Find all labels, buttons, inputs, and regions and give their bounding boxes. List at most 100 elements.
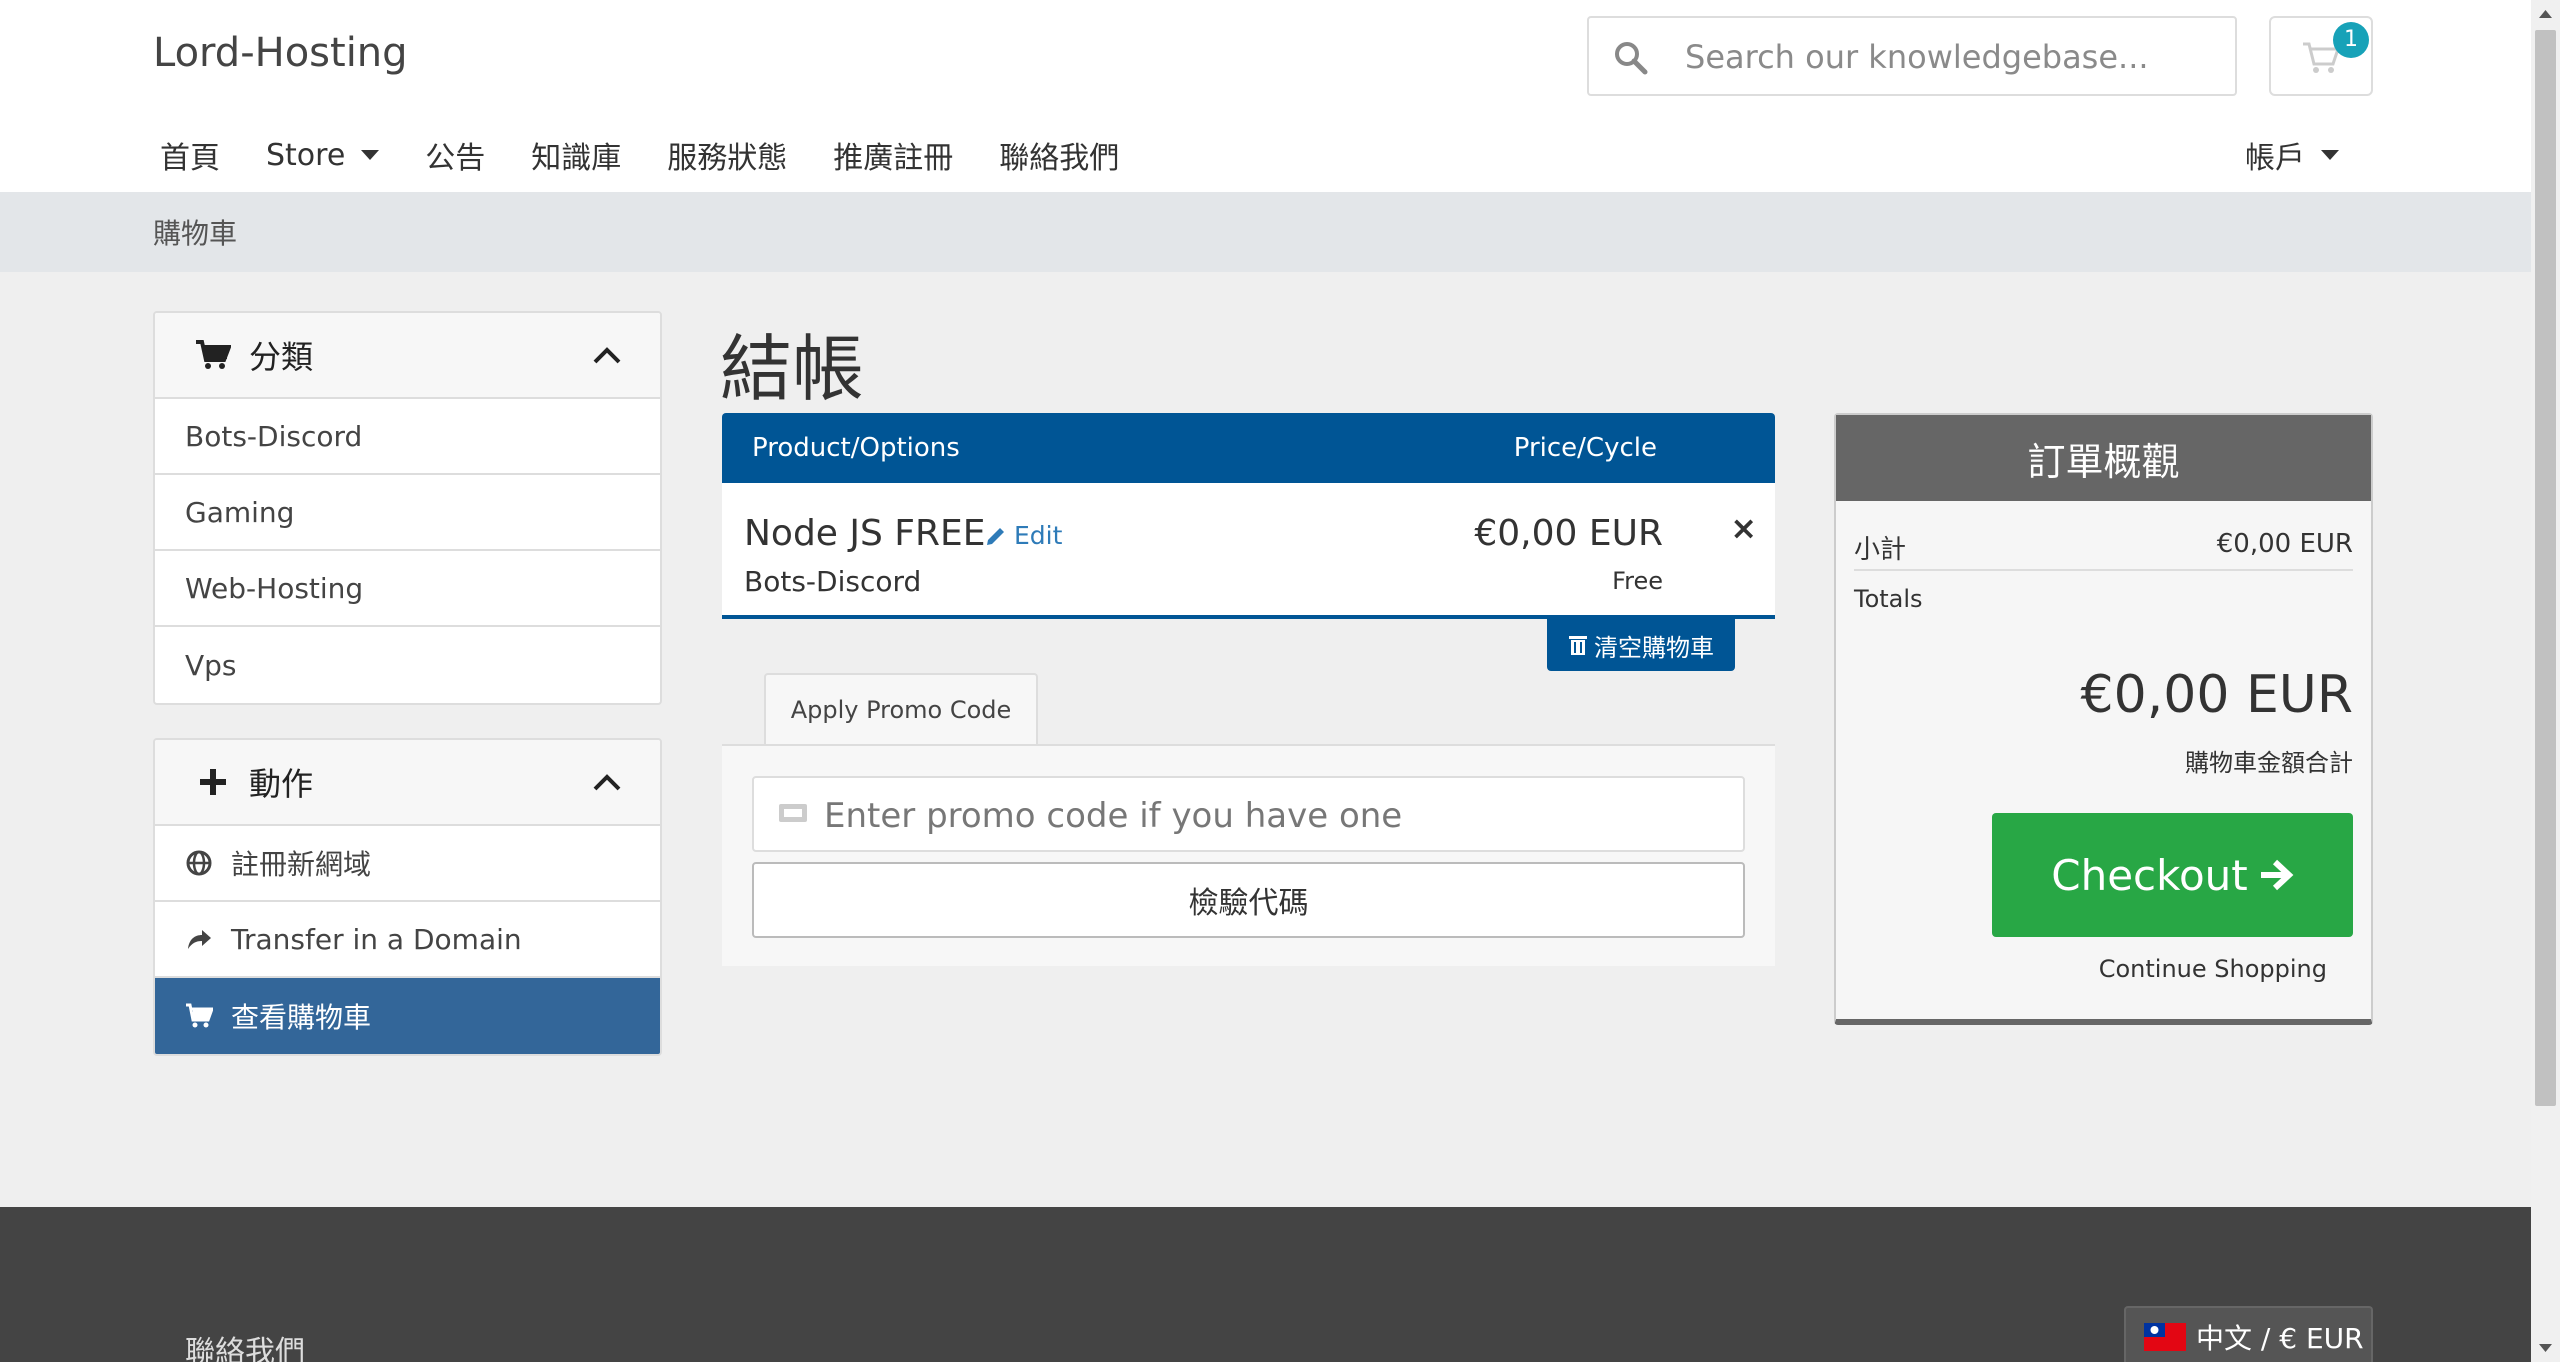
actions-panel-header[interactable]: 動作: [155, 740, 660, 826]
total-amount: €0,00 EUR: [2080, 665, 2353, 725]
subtotal-label: 小計: [1854, 535, 1907, 565]
nav-contact[interactable]: 聯絡我們: [999, 133, 1119, 177]
nav-knowledgebase[interactable]: 知識庫: [531, 133, 621, 177]
action-transfer-domain[interactable]: Transfer in a Domain: [155, 902, 660, 978]
arrow-right-icon: [2260, 859, 2294, 891]
nav-network-status[interactable]: 服務狀態: [667, 133, 787, 177]
page-scrollbar[interactable]: [2531, 0, 2560, 1362]
tab-label: Apply Promo Code: [790, 696, 1012, 724]
chevron-up-icon[interactable]: [592, 772, 622, 792]
action-view-cart[interactable]: 查看購物車: [155, 978, 660, 1054]
category-label: Vps: [185, 648, 237, 682]
category-item-bots-discord[interactable]: Bots-Discord: [155, 399, 660, 475]
account-menu[interactable]: 帳戶: [2245, 130, 2339, 180]
continue-shopping-link[interactable]: Continue Shopping: [2099, 955, 2327, 983]
ticket-icon: [779, 804, 807, 822]
breadcrumb-bar: 購物車: [0, 192, 2531, 272]
cart-item-row: Node JS FREE Edit Bots-Discord €0,00 EUR…: [722, 483, 1775, 619]
column-header-price: Price/Cycle: [1513, 433, 1657, 463]
product-cycle: Free: [1612, 567, 1663, 595]
language-currency-selector[interactable]: 中文 / € EUR: [2124, 1306, 2373, 1362]
promo-code-field[interactable]: [752, 776, 1745, 852]
nav-label: 首頁: [160, 141, 220, 176]
nav-affiliates[interactable]: 推廣註冊: [833, 133, 953, 177]
tab-apply-promo-code[interactable]: Apply Promo Code: [764, 673, 1038, 745]
footer-contact-link[interactable]: 聯絡我們: [185, 1327, 305, 1362]
panel-title: 分類: [249, 338, 314, 376]
caret-down-icon: [361, 150, 380, 160]
language-label: 中文 / € EUR: [2196, 1322, 2364, 1355]
order-summary-title: 訂單概觀: [1836, 415, 2371, 501]
nav-label: 推廣註冊: [833, 141, 954, 176]
breadcrumb: 購物車: [153, 217, 238, 250]
promo-panel: 檢驗代碼: [722, 744, 1775, 966]
product-group: Bots-Discord: [744, 565, 922, 598]
nav-label: 知識庫: [531, 141, 622, 176]
category-item-gaming[interactable]: Gaming: [155, 475, 660, 551]
totals-label: Totals: [1854, 585, 1923, 613]
action-label: 註冊新網域: [231, 848, 372, 881]
nav-home[interactable]: 首頁: [160, 133, 220, 177]
nav-label: Store: [266, 137, 346, 173]
header-cart-button[interactable]: 1: [2269, 16, 2373, 96]
nav-store[interactable]: Store: [266, 137, 380, 173]
scrollbar-thumb[interactable]: [2535, 30, 2556, 1106]
total-caption: 購物車金額合計: [2185, 749, 2353, 777]
scroll-up-arrow-icon[interactable]: [2531, 0, 2560, 28]
cart-count-badge: 1: [2333, 22, 2369, 58]
empty-cart-label: 清空購物車: [1594, 633, 1714, 662]
actions-panel: 動作 註冊新網域 Transfer in a Domain 查看購物車: [153, 738, 662, 1056]
knowledgebase-search[interactable]: [1587, 16, 2237, 96]
action-register-domain[interactable]: 註冊新網域: [155, 826, 660, 902]
site-header: Lord-Hosting 1 首頁 Store 公告 知識庫 服務狀態 推廣註冊…: [0, 0, 2531, 192]
edit-label: Edit: [1014, 521, 1063, 550]
category-item-web-hosting[interactable]: Web-Hosting: [155, 551, 660, 627]
action-label: 查看購物車: [231, 1001, 372, 1034]
taiwan-flag-icon: [2144, 1323, 2186, 1351]
search-icon: [1615, 42, 1648, 75]
site-footer: 聯絡我們 中文 / € EUR: [0, 1207, 2531, 1362]
nav-label: 公告: [425, 141, 486, 176]
share-icon: [188, 930, 211, 949]
action-label: Transfer in a Domain: [231, 922, 522, 956]
search-input[interactable]: [1685, 30, 2205, 84]
cart-icon: [186, 1003, 213, 1028]
category-label: Gaming: [185, 495, 295, 529]
pencil-icon: [987, 527, 1004, 545]
nav-label: 聯絡我們: [999, 141, 1120, 176]
scroll-down-arrow-icon[interactable]: [2531, 1334, 2560, 1362]
edit-item-link[interactable]: Edit: [984, 521, 1062, 550]
checkout-button[interactable]: Checkout: [1992, 813, 2353, 937]
category-label: Web-Hosting: [185, 571, 364, 605]
account-label: 帳戶: [2245, 141, 2305, 176]
categories-panel: 分類 Bots-Discord Gaming Web-Hosting Vps: [153, 311, 662, 705]
validate-code-button[interactable]: 檢驗代碼: [752, 862, 1745, 938]
trash-icon: [1569, 636, 1587, 655]
page-title: 結帳: [720, 327, 865, 411]
nav-label: 服務狀態: [667, 141, 788, 176]
promo-code-input[interactable]: [824, 788, 1724, 844]
panel-title: 動作: [249, 765, 314, 803]
cart-table: Product/Options Price/Cycle Node JS FREE…: [722, 413, 1775, 619]
checkout-label: Checkout: [2051, 850, 2248, 900]
column-header-product: Product/Options: [752, 433, 960, 463]
category-item-vps[interactable]: Vps: [155, 627, 660, 703]
product-price: €0,00 EUR: [1474, 513, 1663, 554]
cart-table-header: Product/Options Price/Cycle: [722, 413, 1775, 483]
order-summary: 訂單概觀 小計 €0,00 EUR Totals €0,00 EUR 購物車金額…: [1834, 413, 2373, 1025]
caret-down-icon: [2321, 150, 2339, 160]
cart-icon: [196, 340, 231, 369]
product-name: Node JS FREE: [744, 513, 986, 554]
categories-panel-header[interactable]: 分類: [155, 313, 660, 399]
nav-announcements[interactable]: 公告: [425, 133, 485, 177]
subtotal-value: €0,00 EUR: [2216, 529, 2353, 559]
remove-item-button[interactable]: ×: [1730, 509, 1757, 547]
subtotal-row: 小計 €0,00 EUR: [1854, 521, 2353, 571]
plus-icon: [200, 769, 226, 795]
empty-cart-button[interactable]: 清空購物車: [1547, 619, 1735, 671]
main-nav: 首頁 Store 公告 知識庫 服務狀態 推廣註冊 聯絡我們: [160, 130, 1165, 180]
chevron-up-icon[interactable]: [592, 345, 622, 365]
brand-logo[interactable]: Lord-Hosting: [153, 30, 408, 76]
category-label: Bots-Discord: [185, 419, 363, 453]
globe-icon: [186, 850, 212, 876]
